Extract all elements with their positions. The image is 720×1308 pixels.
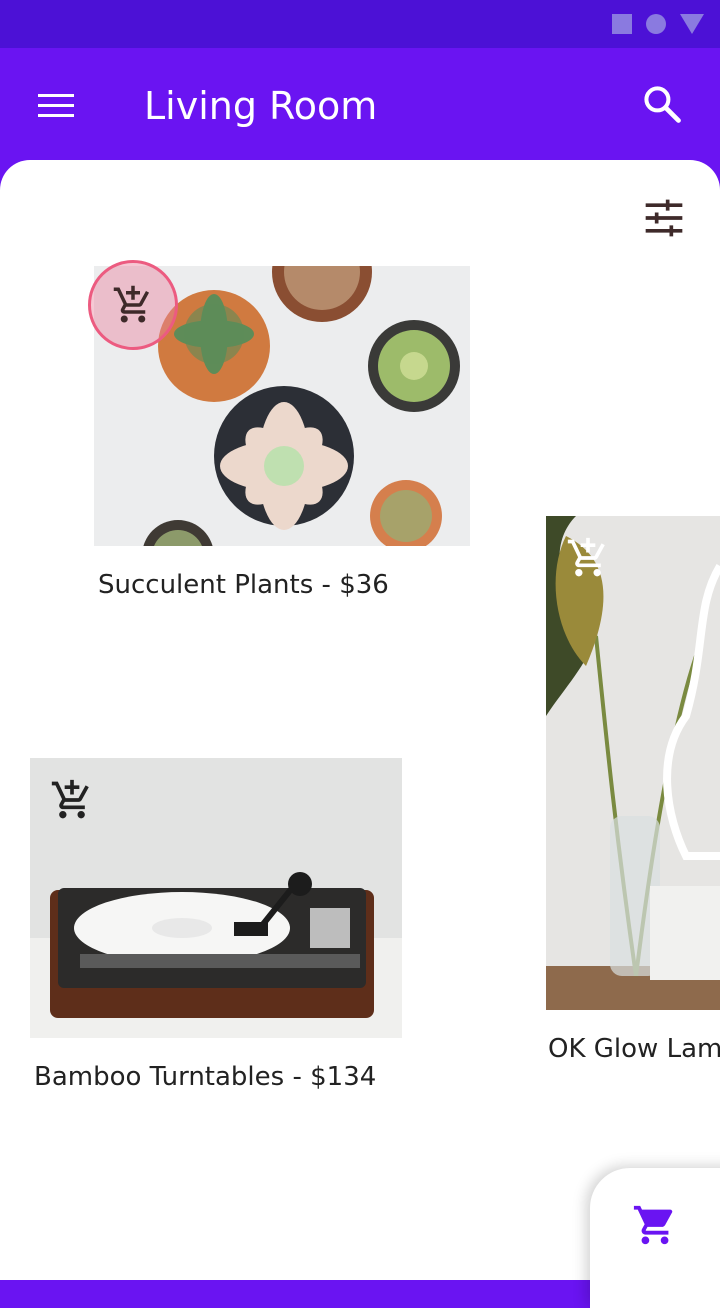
add-to-cart-button[interactable] xyxy=(566,536,610,580)
menu-icon[interactable] xyxy=(38,94,74,118)
cart-button[interactable] xyxy=(590,1168,720,1308)
add-to-cart-button[interactable] xyxy=(88,260,178,350)
back-indicator-icon xyxy=(680,14,704,34)
add-shopping-cart-icon xyxy=(51,779,89,819)
product-price: $36 xyxy=(339,570,389,600)
product-card-succulent[interactable]: Succulent Plants - $36 xyxy=(88,260,470,606)
home-indicator-icon xyxy=(646,14,666,34)
add-shopping-cart-icon xyxy=(567,537,605,577)
add-shopping-cart-icon xyxy=(113,285,150,323)
status-bar xyxy=(0,0,720,48)
search-icon[interactable] xyxy=(640,82,684,126)
tune-icon[interactable] xyxy=(642,196,686,240)
product-name: Succulent Plants xyxy=(98,570,314,600)
product-price: $134 xyxy=(310,1062,377,1092)
app-bar: Living Room xyxy=(0,48,720,160)
product-name: OK Glow Lamp xyxy=(548,1034,720,1064)
product-card-turntable[interactable]: Bamboo Turntables - $134 xyxy=(30,758,402,1098)
product-image xyxy=(546,516,720,1010)
add-to-cart-button[interactable] xyxy=(50,778,94,822)
product-card-glow-lamp[interactable]: OK Glow Lamp xyxy=(546,516,720,1076)
product-name: Bamboo Turntables xyxy=(34,1062,285,1092)
page-title: Living Room xyxy=(144,84,378,128)
shopping-cart-icon xyxy=(633,1205,673,1245)
product-sheet: Succulent Plants - $36 OK Glow Lamp Bamb… xyxy=(0,160,720,1280)
recent-apps-icon xyxy=(612,14,632,34)
